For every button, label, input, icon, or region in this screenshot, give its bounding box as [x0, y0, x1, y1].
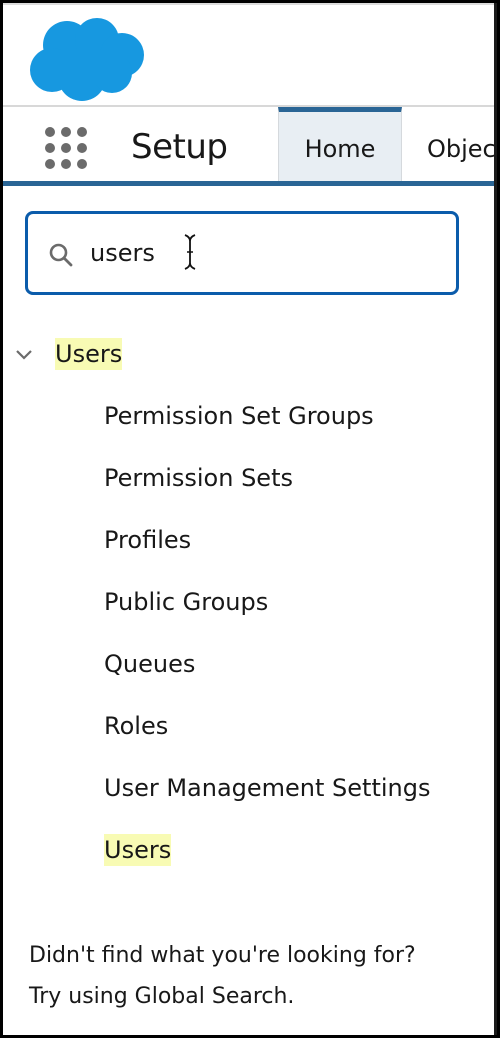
tab-home-label: Home [304, 134, 376, 163]
window-edge [494, 3, 497, 1035]
quick-find-search-box[interactable] [25, 211, 459, 295]
hint-line-2: Try using Global Search. [29, 984, 295, 1009]
tree-item-user-management-settings[interactable]: User Management Settings [104, 757, 484, 819]
tab-object-manager[interactable]: Objec [427, 112, 496, 181]
app-launcher-dot-icon [61, 143, 71, 153]
tree-item-queues[interactable]: Queues [104, 633, 484, 695]
tree-node-users-label: Users [55, 338, 123, 370]
global-search-hint: Didn't find what you're looking for? Try… [29, 935, 416, 1017]
app-launcher-dot-icon [77, 159, 87, 169]
app-name: Setup [131, 127, 228, 167]
tree-item-users[interactable]: Users [104, 819, 484, 881]
tree-item-roles[interactable]: Roles [104, 695, 484, 757]
setup-sidebar-panel: Setup Home Objec Users Permission Set Gr… [3, 3, 497, 1035]
tab-home[interactable]: Home [278, 107, 402, 181]
header-logo-bar [3, 3, 497, 107]
tree-item-label: Public Groups [104, 588, 269, 616]
app-launcher-button[interactable] [43, 125, 87, 169]
app-launcher-dot-icon [77, 143, 87, 153]
nav-accent-divider [3, 181, 497, 186]
tree-item-label: Profiles [104, 526, 192, 554]
tree-item-profiles[interactable]: Profiles [104, 509, 484, 571]
app-launcher-dot-icon [45, 127, 55, 137]
tree-item-label: Permission Sets [104, 464, 293, 492]
search-icon [49, 243, 73, 267]
chevron-down-icon[interactable] [13, 343, 35, 365]
app-launcher-dot-icon [77, 127, 87, 137]
tree-item-label: Queues [104, 650, 196, 678]
tree-item-permission-sets[interactable]: Permission Sets [104, 447, 484, 509]
app-launcher-dot-icon [45, 143, 55, 153]
tab-object-manager-label: Objec [427, 134, 496, 163]
app-launcher-dot-icon [45, 159, 55, 169]
salesforce-cloud-logo-icon[interactable] [27, 15, 147, 103]
tree-node-users[interactable]: Users [13, 333, 123, 375]
tree-children-list: Permission Set Groups Permission Sets Pr… [104, 385, 484, 881]
global-nav-bar: Setup Home Objec [3, 107, 497, 183]
tree-item-label: Permission Set Groups [104, 402, 374, 430]
tree-item-label: Users [104, 834, 172, 866]
text-cursor-icon [184, 234, 196, 270]
hint-line-1: Didn't find what you're looking for? [29, 943, 416, 968]
tree-item-permission-set-groups[interactable]: Permission Set Groups [104, 385, 484, 447]
tree-item-label: User Management Settings [104, 774, 431, 802]
tree-item-public-groups[interactable]: Public Groups [104, 571, 484, 633]
quick-find-input[interactable] [90, 232, 430, 274]
app-launcher-dot-icon [61, 159, 71, 169]
app-launcher-dot-icon [61, 127, 71, 137]
tree-item-label: Roles [104, 712, 169, 740]
